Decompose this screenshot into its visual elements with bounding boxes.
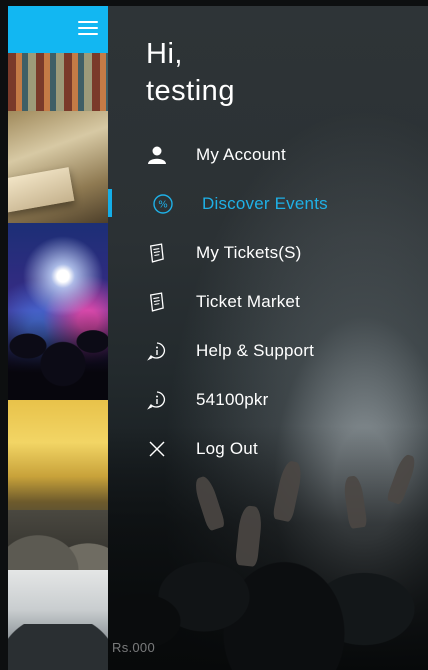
close-icon [146, 438, 168, 460]
hamburger-menu-button[interactable] [74, 14, 102, 42]
navigation-drawer: Hi, testing My Account % Discover Events… [108, 6, 428, 670]
menu-label: Log Out [196, 438, 258, 458]
svg-text:%: % [158, 199, 168, 210]
menu-label: Discover Events [202, 193, 328, 213]
event-image-mountain[interactable] [8, 570, 108, 670]
user-greeting: Hi, testing [146, 36, 235, 110]
percent-circle-icon: % [152, 193, 174, 215]
event-price-text: Rs.000 [112, 640, 155, 655]
greeting-username: testing [146, 75, 235, 107]
hamburger-icon [78, 21, 98, 23]
menu-label: My Tickets(S) [196, 242, 302, 262]
user-icon [146, 144, 168, 166]
app-screen: Hi, testing My Account % Discover Events… [0, 0, 428, 670]
menu-item-discover-events[interactable]: % Discover Events [108, 179, 428, 228]
info-bubble-icon [146, 389, 168, 411]
menu-label: My Account [196, 144, 286, 164]
menu-label: 54100pkr [196, 389, 269, 409]
ticket-icon [146, 242, 168, 264]
active-indicator [108, 189, 112, 217]
top-app-bar [8, 6, 108, 53]
event-image-landscape[interactable] [8, 400, 108, 570]
menu-item-help-support[interactable]: Help & Support [108, 326, 428, 375]
event-image-concert[interactable] [8, 223, 108, 400]
menu-item-balance[interactable]: 54100pkr [108, 375, 428, 424]
menu-item-ticket-market[interactable]: Ticket Market [108, 277, 428, 326]
background-page [8, 6, 108, 670]
menu-item-my-tickets[interactable]: My Tickets(S) [108, 228, 428, 277]
drawer-menu: My Account % Discover Events My Tickets(… [108, 130, 428, 473]
greeting-hi: Hi, [146, 38, 183, 70]
menu-item-log-out[interactable]: Log Out [108, 424, 428, 473]
menu-label: Ticket Market [196, 291, 300, 311]
event-image-books[interactable] [8, 53, 108, 223]
menu-item-my-account[interactable]: My Account [108, 130, 428, 179]
menu-label: Help & Support [196, 340, 315, 360]
info-bubble-icon [146, 340, 168, 362]
ticket-icon [146, 291, 168, 313]
